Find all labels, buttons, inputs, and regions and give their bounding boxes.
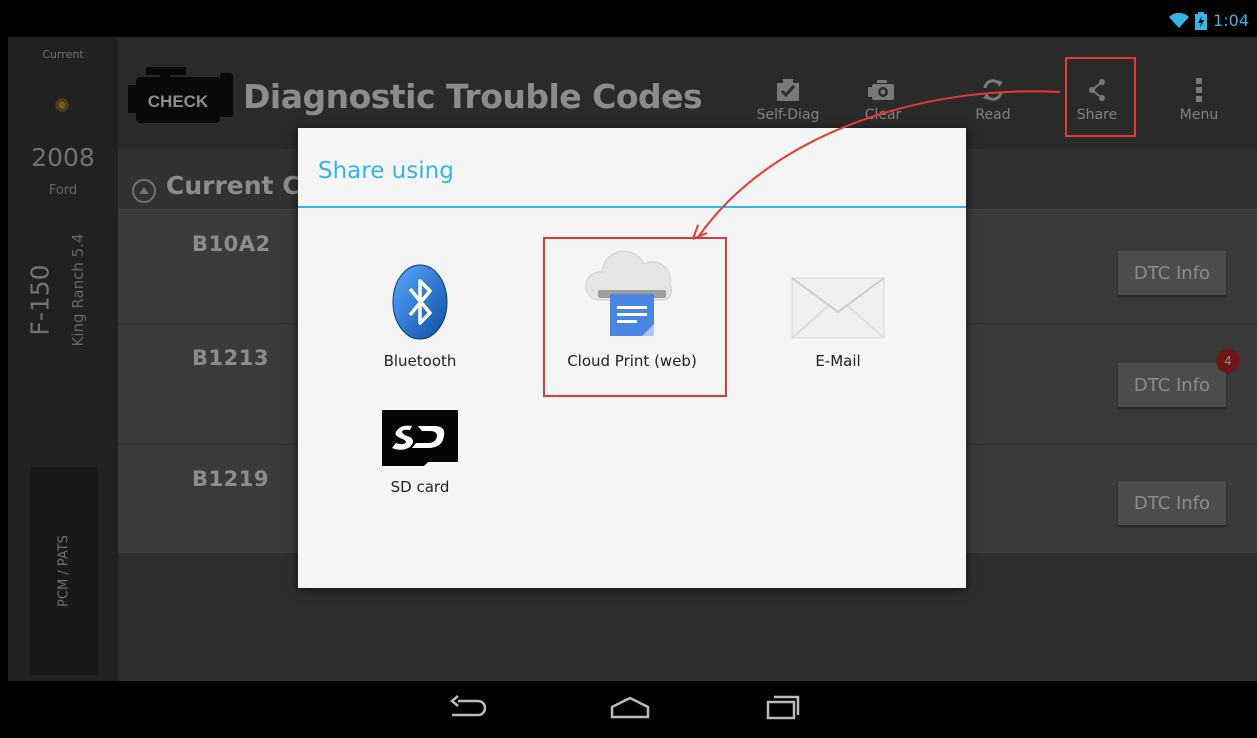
email-label: E-Mail — [815, 352, 861, 370]
dialog-divider — [298, 206, 966, 208]
recent-apps-icon[interactable] — [766, 695, 802, 721]
bluetooth-label: Bluetooth — [383, 352, 457, 370]
home-icon[interactable] — [608, 695, 652, 721]
status-icons: 1:04 — [1169, 11, 1249, 30]
sd-card-icon — [330, 406, 510, 466]
share-option-email[interactable]: E-Mail — [748, 250, 928, 370]
navigation-bar — [8, 681, 1257, 733]
clock: 1:04 — [1213, 11, 1249, 30]
share-option-bluetooth[interactable]: Bluetooth — [330, 250, 510, 370]
device-screen: 1:04 Current 2008 Ford F-150 King Ranch … — [8, 5, 1257, 733]
cloud-print-highlight-box — [543, 237, 727, 397]
status-bar: 1:04 — [8, 5, 1257, 37]
sd-card-label: SD card — [390, 478, 450, 496]
share-highlight-box — [1065, 57, 1136, 137]
share-option-sd-card[interactable]: SD card — [330, 406, 510, 496]
email-icon — [748, 250, 928, 340]
wifi-icon — [1169, 12, 1190, 28]
bluetooth-icon — [330, 250, 510, 340]
dialog-title: Share using — [318, 158, 454, 184]
back-icon[interactable] — [448, 695, 492, 721]
battery-icon — [1195, 11, 1208, 30]
